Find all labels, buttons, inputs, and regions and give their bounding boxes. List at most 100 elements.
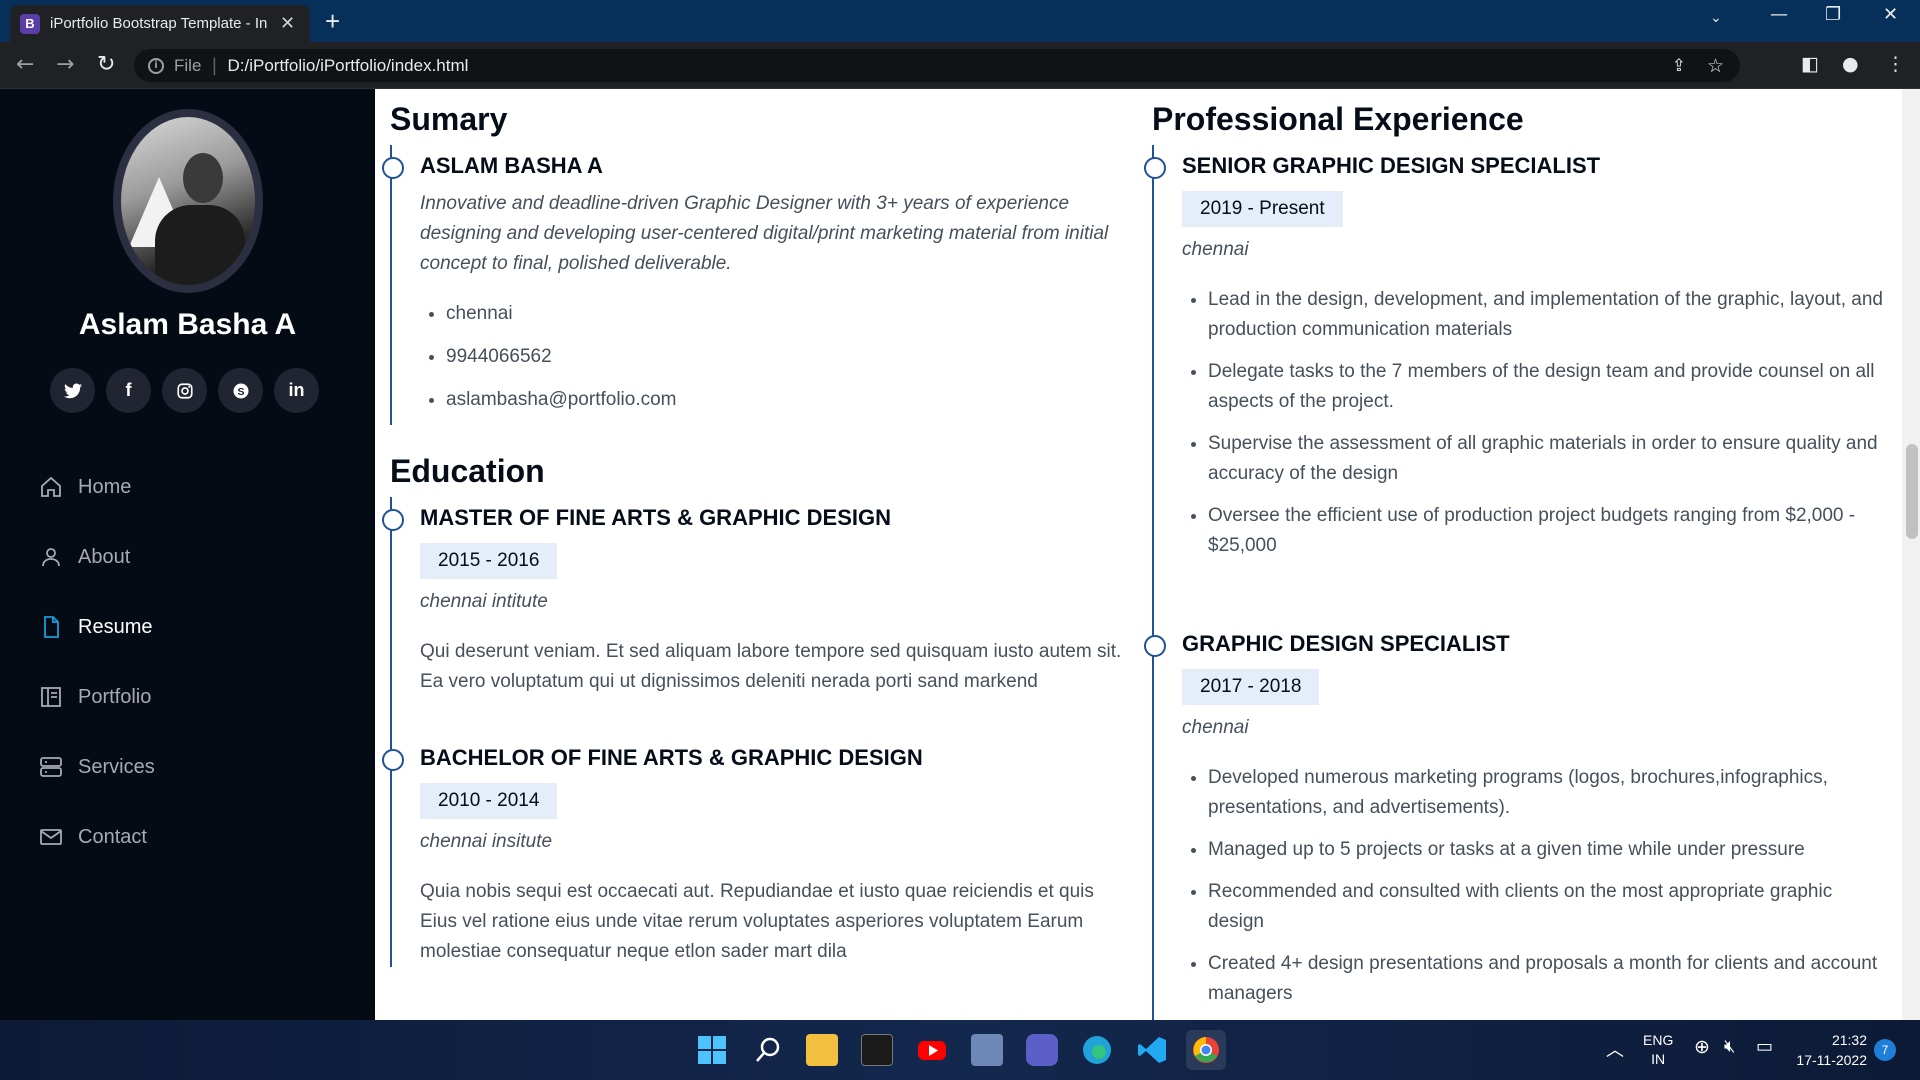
experience-role: SENIOR GRAPHIC DESIGN SPECIALIST (1182, 153, 1601, 178)
experience-bullet: Developed numerous marketing programs (l… (1208, 763, 1892, 823)
experience-bullets: Developed numerous marketing programs (l… (1182, 763, 1892, 1009)
skype-icon[interactable]: S (218, 368, 263, 413)
browser-tabstrip: B iPortfolio Bootstrap Template - In ✕ +… (0, 0, 1920, 42)
tab-title: iPortfolio Bootstrap Template - In (50, 15, 268, 32)
experience-bullet: Recommended and consulted with clients o… (1208, 877, 1892, 937)
sidebar-item-label: Portfolio (78, 685, 152, 708)
battery-icon[interactable]: ▭ (1756, 1036, 1773, 1057)
summary-title: Sumary (390, 101, 508, 137)
experience-place: chennai (1182, 239, 1249, 260)
resume-left-column: Sumary ASLAM BASHA A Innovative and dead… (382, 89, 1130, 967)
experience-bullets: Lead in the design, development, and imp… (1182, 285, 1892, 561)
restore-icon[interactable]: ❐ (1825, 4, 1841, 25)
menu-dots-icon[interactable]: ⋮ (1886, 53, 1905, 75)
profile-photo (121, 117, 255, 285)
sidebar-item-label: Home (78, 475, 132, 498)
search-icon[interactable] (752, 1034, 784, 1066)
forward-icon[interactable]: → (56, 52, 74, 77)
chrome-taskbar-button[interactable] (1186, 1030, 1226, 1070)
education-place: chennai insitute (420, 831, 553, 852)
experience-years: 2017 - 2018 (1182, 669, 1320, 705)
reload-icon[interactable]: ↻ (97, 52, 115, 77)
bookmark-star-icon[interactable]: ☆ (1707, 55, 1724, 77)
linkedin-icon[interactable]: in (274, 368, 319, 413)
page-scrollbar[interactable] (1902, 89, 1920, 1020)
twitter-icon[interactable] (50, 368, 95, 413)
facebook-icon[interactable]: f (106, 368, 151, 413)
edge-icon[interactable] (1081, 1034, 1113, 1066)
tab-search-icon[interactable]: ⌄ (1710, 10, 1722, 26)
sidebar-item-portfolio[interactable]: Portfolio (38, 662, 155, 732)
input-language[interactable]: ENG IN (1643, 1031, 1673, 1069)
vscode-icon[interactable] (1136, 1034, 1168, 1066)
resume-right-column: Professional Experience SENIOR GRAPHIC D… (1144, 89, 1892, 1020)
notification-badge[interactable]: 7 (1874, 1039, 1896, 1061)
experience-years: 2019 - Present (1182, 191, 1343, 227)
summary-description: Innovative and deadline-driven Graphic D… (420, 193, 1109, 274)
experience-role: GRAPHIC DESIGN SPECIALIST (1182, 631, 1510, 656)
url-separator: | (211, 55, 218, 76)
experience-bullet: Oversee the efficient use of production … (1208, 501, 1892, 561)
clock-date: 17-11-2022 (1796, 1052, 1867, 1068)
close-tab-icon[interactable]: ✕ (280, 13, 295, 34)
sidebar-nav: Home About Resume Portfolio Services Con… (38, 452, 155, 872)
profile-icon[interactable]: ● (1842, 53, 1859, 75)
education-text: Qui deserunt veniam. Et sed aliquam labo… (420, 641, 1122, 692)
experience-bullet: Managed up to 5 projects or tasks at a g… (1208, 835, 1892, 865)
volume-muted-icon[interactable]: 🔇︎ (1724, 1036, 1735, 1057)
avatar (113, 109, 263, 293)
sidebar-item-contact[interactable]: Contact (38, 802, 155, 872)
back-icon[interactable]: ← (16, 52, 34, 77)
education-degree: BACHELOR OF FINE ARTS & GRAPHIC DESIGN (420, 745, 923, 770)
browser-toolbar: ← → ↻ i File | D:/iPortfolio/iPortfolio/… (0, 42, 1920, 89)
education-title: Education (390, 453, 545, 489)
experience-title: Professional Experience (1152, 101, 1524, 137)
server-icon (38, 754, 64, 780)
info-icon[interactable]: i (148, 57, 164, 74)
profile-name: Aslam Basha A (78, 308, 297, 341)
youtube-icon[interactable] (916, 1034, 948, 1066)
sidebar-item-services[interactable]: Services (38, 732, 155, 802)
home-icon (38, 474, 64, 500)
detail-location: chennai (446, 299, 1130, 329)
chevron-up-icon[interactable]: ︿ (1606, 1036, 1624, 1062)
minimize-icon[interactable]: — (1770, 4, 1788, 25)
sidebar-item-home[interactable]: Home (38, 452, 155, 522)
windows-start-icon[interactable] (696, 1034, 728, 1066)
browser-tab[interactable]: B iPortfolio Bootstrap Template - In ✕ (10, 5, 310, 42)
detail-email: aslambasha@portfolio.com (446, 385, 1130, 415)
resume-section: Sumary ASLAM BASHA A Innovative and dead… (375, 89, 1920, 1020)
side-panel-icon[interactable]: ◧ (1801, 53, 1819, 75)
experience-bullet: Supervise the assessment of all graphic … (1208, 429, 1892, 489)
teams-icon[interactable] (1026, 1034, 1058, 1066)
sidebar-item-about[interactable]: About (38, 522, 155, 592)
new-tab-icon[interactable]: + (325, 6, 340, 37)
terminal-icon[interactable] (861, 1034, 893, 1066)
tab-favicon: B (20, 13, 40, 34)
share-icon[interactable]: ⇪ (1672, 56, 1686, 76)
experience-item: SENIOR GRAPHIC DESIGN SPECIALIST 2019 - … (1144, 145, 1892, 623)
education-degree: MASTER OF FINE ARTS & GRAPHIC DESIGN (420, 505, 891, 530)
close-window-icon[interactable]: ✕ (1883, 4, 1898, 25)
file-icon (38, 614, 64, 640)
address-bar[interactable]: i File | D:/iPortfolio/iPortfolio/index.… (134, 49, 1740, 82)
chrome-icon (1193, 1037, 1219, 1063)
social-links: f S in (50, 368, 319, 413)
file-explorer-icon[interactable] (806, 1034, 838, 1066)
sidebar-item-label: Resume (78, 615, 153, 638)
experience-place: chennai (1182, 717, 1249, 738)
education-years: 2015 - 2016 (420, 543, 558, 579)
education-years: 2010 - 2014 (420, 783, 558, 819)
education-item: BACHELOR OF FINE ARTS & GRAPHIC DESIGN 2… (382, 737, 1130, 967)
network-icon[interactable]: ⊕ (1694, 1036, 1710, 1059)
sidebar-item-resume[interactable]: Resume (38, 592, 155, 662)
instagram-icon[interactable] (162, 368, 207, 413)
detail-phone: 9944066562 (446, 342, 1130, 372)
windows-taskbar: ︿ ENG IN ⊕ 🔇︎ ▭ 21:32 17-11-2022 7 (0, 1020, 1920, 1080)
experience-item: GRAPHIC DESIGN SPECIALIST 2017 - 2018 ch… (1144, 623, 1892, 1020)
education-text: Quia nobis sequi est occaecati aut. Repu… (420, 881, 1094, 962)
clock[interactable]: 21:32 17-11-2022 (1795, 1030, 1867, 1070)
scrollbar-thumb[interactable] (1906, 444, 1918, 539)
education-item: MASTER OF FINE ARTS & GRAPHIC DESIGN 201… (382, 497, 1130, 737)
photos-icon[interactable] (971, 1034, 1003, 1066)
